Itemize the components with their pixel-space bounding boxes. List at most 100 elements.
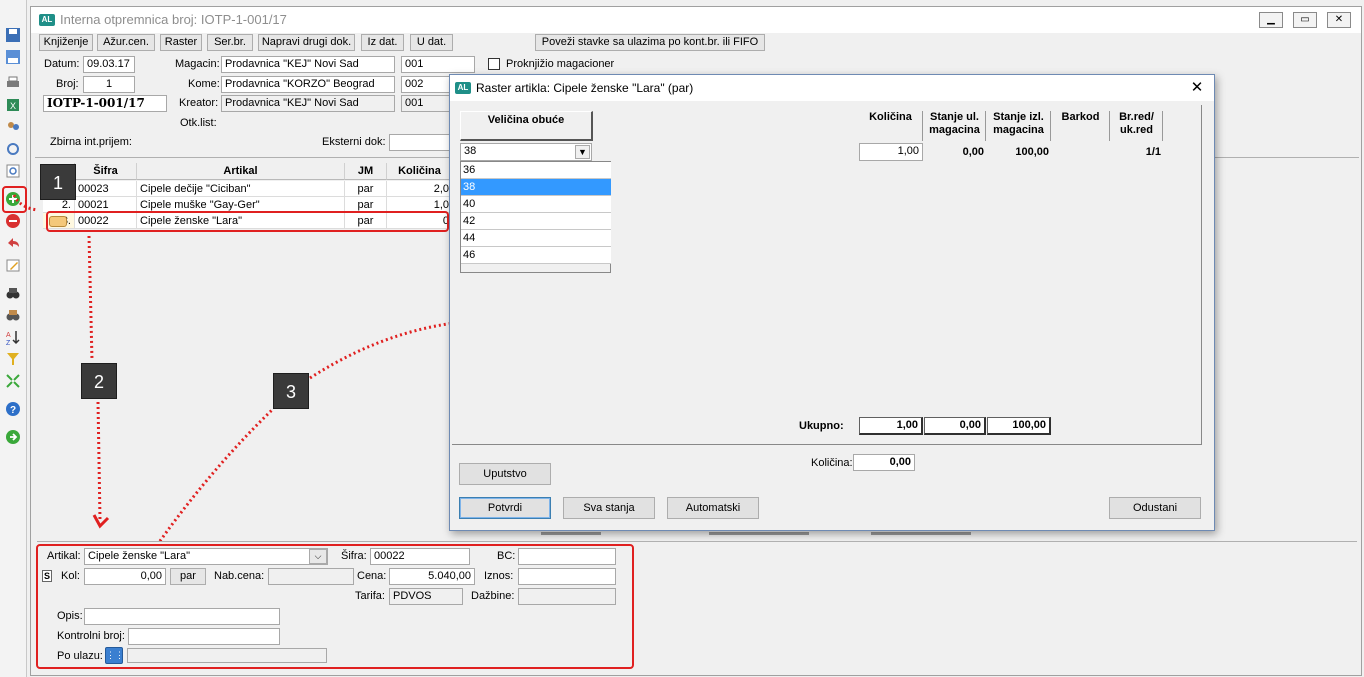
- separator: [541, 532, 601, 535]
- list-item[interactable]: 38: [461, 179, 611, 196]
- magacin-label: Magacin:: [175, 58, 220, 70]
- app-logo-icon: AL: [39, 14, 55, 26]
- svg-text:Z: Z: [6, 340, 11, 346]
- exit-icon[interactable]: [4, 428, 22, 446]
- magacin-code-field[interactable]: 001: [401, 56, 475, 73]
- col-header-stanje-ul: Stanje ul. magacina: [924, 111, 986, 141]
- find-next-icon[interactable]: [4, 306, 22, 324]
- kreator-field: Prodavnica "KEJ" Novi Sad: [221, 95, 395, 112]
- datum-label: Datum:: [44, 58, 80, 70]
- sva-stanja-button[interactable]: Sva stanja: [563, 497, 655, 519]
- users-icon[interactable]: [4, 118, 22, 136]
- grid-header-jm[interactable]: JM: [345, 163, 387, 180]
- magacin-field[interactable]: Prodavnica "KEJ" Novi Sad: [221, 56, 395, 73]
- kolicina-input[interactable]: 0,00: [853, 454, 915, 471]
- chevron-down-icon[interactable]: ▼: [575, 145, 590, 159]
- annotation-badge-2: 2: [81, 363, 117, 399]
- svg-text:?: ?: [10, 405, 16, 416]
- annotation-badge-3: 3: [273, 373, 309, 409]
- iz-dat-button[interactable]: Iz dat.: [361, 34, 404, 51]
- list-item[interactable]: 44: [461, 230, 611, 247]
- preview-icon[interactable]: [4, 162, 22, 180]
- minimize-button[interactable]: ▁: [1259, 12, 1283, 28]
- main-titlebar: AL Interna otpremnica broj: IOTP-1-001/1…: [31, 7, 1361, 33]
- total-stanje-izl: 100,00: [987, 417, 1051, 435]
- close-icon[interactable]: ✕: [1188, 79, 1206, 97]
- col-header-stanje-izl: Stanje izl. magacina: [987, 111, 1051, 141]
- size-header: Veličina obuće: [460, 111, 593, 141]
- highlight-edit-box: [36, 544, 634, 669]
- close-button[interactable]: ✕: [1327, 12, 1351, 28]
- size-dropdown-list: 36 38 40 42 44 46: [460, 161, 611, 273]
- highlight-add-box: [2, 186, 27, 213]
- delete-icon[interactable]: [4, 212, 22, 230]
- row-stanje-izl: 100,00: [1015, 146, 1049, 158]
- save-as-icon[interactable]: [4, 48, 22, 66]
- row-jm: par: [345, 181, 387, 197]
- sort-icon[interactable]: AZ: [4, 328, 22, 346]
- svg-text:A: A: [6, 332, 11, 339]
- filter-icon[interactable]: [4, 350, 22, 368]
- potvrdi-button[interactable]: Potvrdi: [459, 497, 551, 519]
- row-artikal: Cipele dečije "Ciciban": [137, 181, 345, 197]
- expand-icon[interactable]: [4, 372, 22, 390]
- eksterni-label: Eksterni dok:: [322, 136, 386, 148]
- edit-icon[interactable]: [4, 256, 22, 274]
- row-kolicina: 2,0: [387, 181, 453, 197]
- kolicina-label: Količina:: [811, 457, 853, 469]
- kreator-label: Kreator:: [179, 97, 219, 109]
- grid-header-sifra[interactable]: Šifra: [75, 163, 137, 180]
- kome-field[interactable]: Prodavnica "KORZO" Beograd: [221, 76, 395, 93]
- app-logo-icon: AL: [455, 82, 471, 94]
- dialog-title: Raster artikla: Cipele ženske "Lara" (pa…: [476, 81, 694, 95]
- broj-label: Broj:: [56, 78, 79, 90]
- print-icon[interactable]: [4, 74, 22, 92]
- col-header-barkod: Barkod: [1052, 111, 1110, 141]
- size-select[interactable]: 38: [460, 143, 592, 161]
- highlight-row-box: [46, 211, 449, 232]
- refresh-icon[interactable]: [4, 140, 22, 158]
- list-item[interactable]: 36: [461, 162, 611, 179]
- raster-titlebar: AL Raster artikla: Cipele ženske "Lara" …: [450, 75, 1214, 101]
- col-header-br-red: Br.red/ uk.red: [1111, 111, 1163, 141]
- total-stanje-ul: 0,00: [924, 417, 986, 435]
- row-br-red: 1/1: [1145, 146, 1161, 158]
- datum-field[interactable]: 09.03.17: [83, 56, 135, 73]
- grid-header-kolicina[interactable]: Količina: [387, 163, 453, 180]
- table-row[interactable]: 1. 00023 Cipele dečije "Ciciban" par 2,0: [43, 181, 453, 197]
- ser-br-button[interactable]: Ser.br.: [207, 34, 253, 51]
- row-stanje-ul: 0,00: [962, 146, 984, 158]
- list-item[interactable]: 46: [461, 247, 611, 264]
- u-dat-button[interactable]: U dat.: [410, 34, 453, 51]
- annotation-badge-1: 1: [40, 164, 76, 200]
- ukupno-label: Ukupno:: [799, 420, 844, 432]
- raster-panel: Veličina obuće 38 ▼ 36 38 40 42 44 46 Ko…: [452, 105, 1202, 445]
- eksterni-field[interactable]: [389, 134, 451, 151]
- proknjizio-checkbox[interactable]: [488, 58, 500, 70]
- undo-icon[interactable]: [4, 234, 22, 252]
- otk-list-label: Otk.list:: [180, 117, 217, 129]
- export-icon[interactable]: X: [4, 96, 22, 114]
- separator: [709, 532, 809, 535]
- separator: [871, 532, 971, 535]
- povezi-stavke-button[interactable]: Poveži stavke sa ulazima po kont.br. ili…: [535, 34, 765, 51]
- help-icon[interactable]: ?: [4, 400, 22, 418]
- save-icon[interactable]: [4, 26, 22, 44]
- list-item[interactable]: 40: [461, 196, 611, 213]
- broj-field[interactable]: 1: [83, 76, 135, 93]
- row-kolicina-input[interactable]: 1,00: [859, 143, 923, 161]
- knjizenje-button[interactable]: Knjiženje: [39, 34, 93, 51]
- napravi-drugi-dok-button[interactable]: Napravi drugi dok.: [258, 34, 355, 51]
- automatski-button[interactable]: Automatski: [667, 497, 759, 519]
- uputstvo-button[interactable]: Uputstvo: [459, 463, 551, 485]
- list-item[interactable]: 42: [461, 213, 611, 230]
- maximize-button[interactable]: ▭: [1293, 12, 1317, 28]
- odustani-button[interactable]: Odustani: [1109, 497, 1201, 519]
- svg-text:X: X: [10, 101, 16, 111]
- raster-button[interactable]: Raster: [160, 34, 202, 51]
- doc-number-field: IOTP-1-001/17: [43, 95, 167, 112]
- find-icon[interactable]: [4, 284, 22, 302]
- azur-cen-button[interactable]: Ažur.cen.: [97, 34, 155, 51]
- total-kolicina: 1,00: [859, 417, 923, 435]
- grid-header-artikal[interactable]: Artikal: [137, 163, 345, 180]
